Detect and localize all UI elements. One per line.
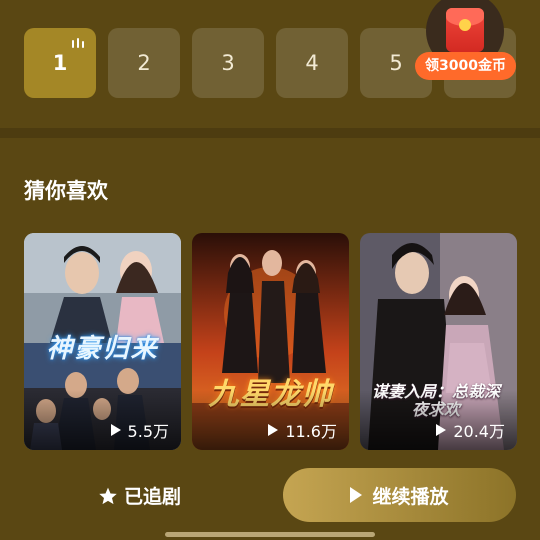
reward-badge[interactable]: 领3000金币: [415, 52, 516, 80]
episode-button-1[interactable]: 1: [24, 28, 96, 98]
episode-label: 3: [221, 51, 235, 75]
view-count-label: 11.6万: [285, 422, 337, 441]
episode-label: 1: [52, 51, 68, 75]
view-count: 5.5万: [110, 418, 169, 442]
continue-play-button[interactable]: 继续播放: [283, 468, 516, 522]
episode-label: 5: [389, 51, 403, 75]
episode-button-4[interactable]: 4: [276, 28, 348, 98]
followed-label: 已追剧: [124, 486, 182, 508]
section-divider: [0, 128, 540, 138]
episode-label: 2: [137, 51, 151, 75]
coin-reward-widget[interactable]: 领3000金币: [413, 0, 517, 86]
playing-bars-icon: [72, 38, 86, 48]
view-count: 20.4万: [436, 418, 505, 442]
play-icon: [268, 424, 279, 436]
poster-title: 神豪归来: [46, 334, 159, 364]
play-icon: [110, 424, 121, 436]
bottom-action-bar: 已追剧 继续播放: [0, 456, 540, 540]
play-icon: [436, 424, 447, 436]
star-icon: [99, 487, 117, 504]
view-count-label: 20.4万: [453, 422, 505, 441]
episode-label: 4: [305, 51, 319, 75]
drama-card[interactable]: 谋妻入局：总裁深夜求欢 20.4万: [360, 233, 517, 450]
drama-card[interactable]: 神豪归来 5.5万: [24, 233, 181, 450]
followed-button[interactable]: 已追剧: [98, 482, 181, 509]
view-count: 11.6万: [268, 418, 337, 442]
drama-card[interactable]: 九星龙帅 11.6万: [192, 233, 349, 450]
continue-label: 继续播放: [372, 485, 449, 508]
episode-button-2[interactable]: 2: [108, 28, 180, 98]
home-indicator: [165, 532, 375, 537]
episode-button-3[interactable]: 3: [192, 28, 264, 98]
view-count-label: 5.5万: [127, 422, 169, 441]
play-icon: [350, 487, 363, 503]
red-envelope-icon: [446, 8, 484, 52]
section-title: 猜你喜欢: [24, 179, 108, 203]
